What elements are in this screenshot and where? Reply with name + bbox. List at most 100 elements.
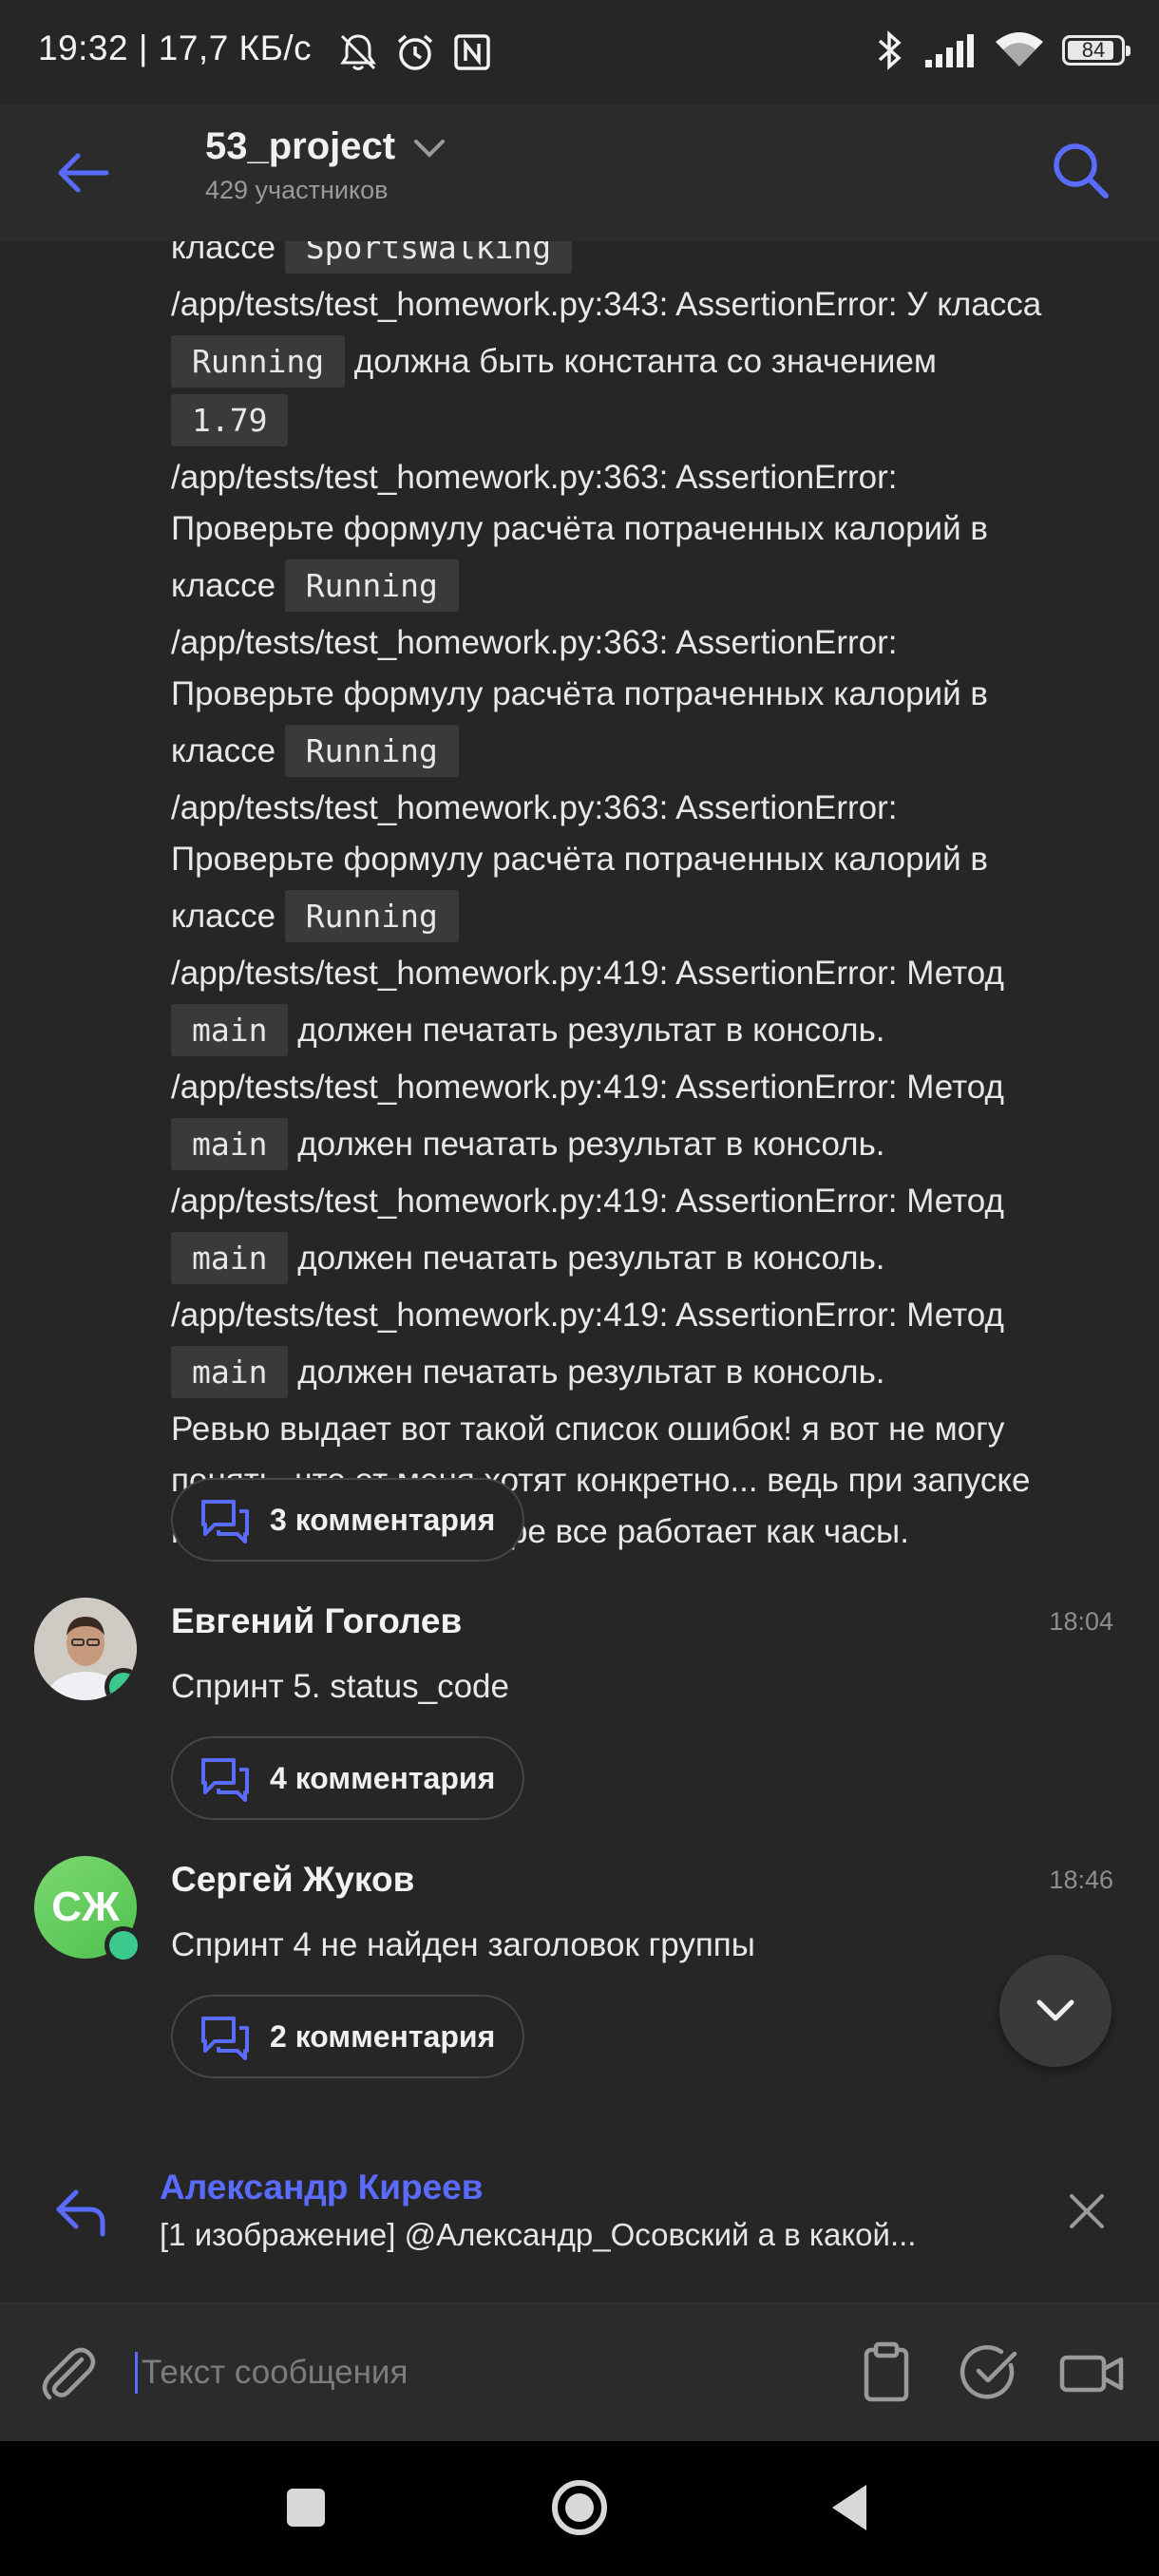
message-line: /app/tests/test_homework.py:419: Asserti… <box>171 1176 1112 1227</box>
message-line: Проверьте формулу расчёта потраченных ка… <box>171 669 1112 720</box>
message-line-text: /app/tests/test_homework.py:363: Asserti… <box>171 624 898 661</box>
inline-code: main <box>171 1004 289 1056</box>
message-line: 1.79 <box>171 393 1112 448</box>
check-circle-icon <box>960 2345 1017 2399</box>
message-line-text: /app/tests/test_homework.py:419: Asserti… <box>171 1297 1004 1334</box>
bluetooth-icon <box>878 30 902 70</box>
avatar[interactable]: СЖ <box>34 1856 142 1964</box>
inline-code: main <box>171 1346 289 1398</box>
text-caret <box>135 2352 138 2394</box>
chat-title-area[interactable]: 53_project 429 участников <box>205 125 448 205</box>
comments-icon <box>201 2017 249 2060</box>
messages-list[interactable]: классе SportsWalking/app/tests/test_home… <box>0 241 1159 2126</box>
comments-icon <box>201 1500 249 1544</box>
status-right-icons: 84 <box>874 28 1130 72</box>
message-line-text: должен печатать результат в консоль. <box>288 1240 885 1277</box>
cancel-reply-button[interactable] <box>1058 2183 1115 2240</box>
message-text: Спринт 5. status_code <box>171 1668 509 1705</box>
message-line: Проверьте формулу расчёта потраченных ка… <box>171 834 1112 885</box>
chat-title: 53_project <box>205 125 396 167</box>
recents-button[interactable] <box>268 2470 344 2546</box>
message-line-text: /app/tests/test_homework.py:419: Asserti… <box>171 1069 1004 1106</box>
message-line-text: Ревью выдает вот такой список ошибок! я … <box>171 1411 1005 1448</box>
comments-button[interactable]: 4 комментария <box>171 1736 524 1820</box>
status-left-icons <box>334 28 496 76</box>
chevron-down-icon <box>1036 1999 1074 2021</box>
circle-icon <box>552 2480 607 2535</box>
scroll-to-bottom-button[interactable] <box>999 1955 1112 2067</box>
chat-title-row[interactable]: 53_project <box>205 125 448 168</box>
reply-icon <box>56 2189 105 2237</box>
inline-code: Running <box>171 335 346 388</box>
signal-icon <box>925 34 974 67</box>
message-line: /app/tests/test_homework.py:363: Asserti… <box>171 783 1112 834</box>
message-line-text: /app/tests/test_homework.py:419: Asserti… <box>171 1183 1004 1220</box>
message-line: классе SportsWalking <box>171 241 1112 275</box>
comments-button[interactable]: 2 комментария <box>171 1995 524 2078</box>
square-icon <box>287 2489 325 2527</box>
message-line: Проверьте формулу расчёта потраченных ка… <box>171 503 1112 555</box>
inline-code: Running <box>284 890 459 942</box>
message-input-field[interactable] <box>135 2344 800 2401</box>
close-icon <box>1070 2194 1104 2228</box>
message-line: Running должна быть константа со значени… <box>171 334 1112 389</box>
inline-code: Running <box>284 725 459 777</box>
message-line: main должен печатать результат в консоль… <box>171 1117 1112 1172</box>
message-line: /app/tests/test_homework.py:363: Asserti… <box>171 452 1112 503</box>
message-line-text: Проверьте формулу расчёта потраченных ка… <box>171 841 988 878</box>
message-author[interactable]: Евгений Гоголев <box>171 1601 462 1641</box>
comments-count: 3 комментария <box>270 1502 496 1537</box>
triangle-back-icon <box>832 2485 866 2530</box>
message-time: 18:46 <box>1049 1866 1113 1894</box>
message-line: /app/tests/test_homework.py:363: Asserti… <box>171 617 1112 669</box>
battery-level: 84 <box>1081 38 1106 62</box>
message-line: классе Running <box>171 559 1112 614</box>
chevron-down-icon[interactable] <box>410 134 448 161</box>
back-nav-button[interactable] <box>813 2470 889 2546</box>
comments-count: 4 комментария <box>270 1760 496 1795</box>
member-count: 429 участников <box>205 176 389 204</box>
thread-message-body: классе SportsWalking/app/tests/test_home… <box>171 241 1112 1558</box>
reply-preview: Александр Киреев [1 изображение] @Алекса… <box>0 2126 1159 2301</box>
message-author[interactable]: Сергей Жуков <box>171 1860 414 1900</box>
message-line: /app/tests/test_homework.py:343: Asserti… <box>171 279 1112 331</box>
mute-icon <box>340 34 376 70</box>
inline-code: Running <box>284 559 459 612</box>
video-camera-icon <box>1059 2355 1124 2393</box>
search-button[interactable] <box>1041 131 1121 211</box>
status-bar: 19:32 | 17,7 КБ/с 84 <box>0 0 1159 104</box>
comments-icon <box>201 1758 249 1802</box>
message-line: Ревью выдает вот такой список ошибок! я … <box>171 1404 1112 1455</box>
online-indicator <box>104 1926 142 1964</box>
avatar[interactable] <box>34 1598 137 1700</box>
inline-code: SportsWalking <box>284 241 573 274</box>
task-button[interactable] <box>956 2339 1024 2407</box>
video-message-button[interactable] <box>1056 2339 1129 2407</box>
chat-header: 53_project 429 участников <box>0 104 1159 241</box>
nfc-icon <box>454 34 490 70</box>
message-line-text: /app/tests/test_homework.py:343: Asserti… <box>171 286 1042 323</box>
message-input[interactable] <box>140 2353 789 2393</box>
message-line: классе Running <box>171 889 1112 944</box>
message-line-text: Проверьте формулу расчёта потраченных ка… <box>171 510 988 547</box>
comments-button[interactable]: 3 комментария <box>171 1478 524 1562</box>
message-line-text: классе <box>171 898 285 935</box>
system-nav-bar <box>0 2441 1159 2576</box>
comments-count: 2 комментария <box>270 2018 496 2054</box>
attach-button[interactable] <box>34 2339 103 2407</box>
status-time-speed: 19:32 | 17,7 КБ/с <box>38 28 313 67</box>
clipboard-button[interactable] <box>855 2339 918 2407</box>
message-line: /app/tests/test_homework.py:419: Asserti… <box>171 1290 1112 1341</box>
message-line-text: классе <box>171 241 285 266</box>
back-button[interactable] <box>48 135 124 211</box>
home-button[interactable] <box>542 2470 618 2546</box>
message-line-text: должен печатать результат в консоль. <box>288 1126 885 1163</box>
message-line: /app/tests/test_homework.py:419: Asserti… <box>171 1062 1112 1113</box>
message-line: main должен печатать результат в консоль… <box>171 1003 1112 1058</box>
inline-code: main <box>171 1118 289 1170</box>
avatar-initials: СЖ <box>51 1884 120 1930</box>
message-line-text: /app/tests/test_homework.py:363: Asserti… <box>171 459 898 496</box>
message-line: main должен печатать результат в консоль… <box>171 1231 1112 1286</box>
message-line-text: классе <box>171 732 285 769</box>
arrow-left-icon <box>58 153 109 193</box>
